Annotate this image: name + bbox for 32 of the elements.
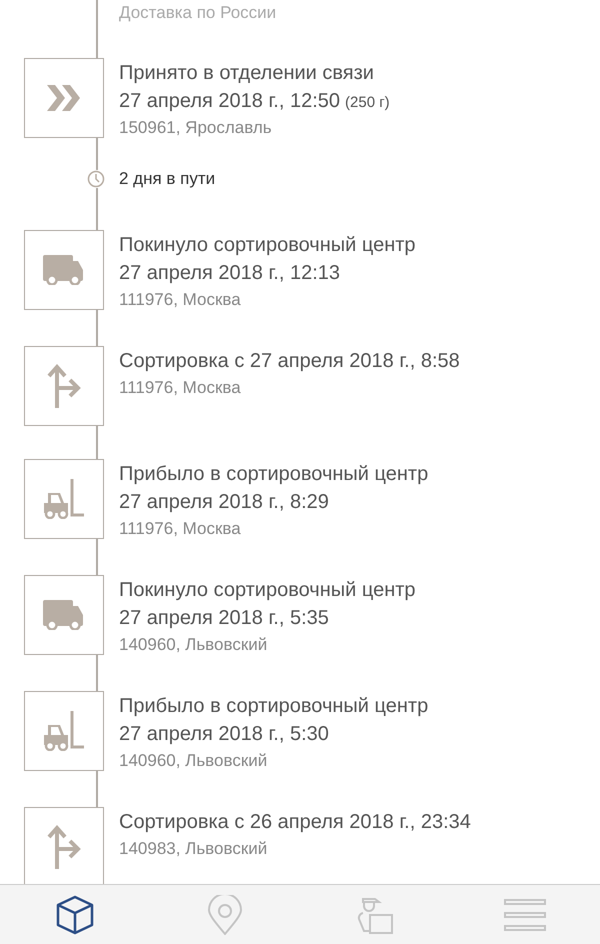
- cube-icon: [55, 894, 95, 934]
- menu-icon: [504, 898, 546, 932]
- double-chevron-icon: [47, 85, 81, 111]
- event-location: 150961, Ярославль: [119, 117, 273, 139]
- event-title: Принято в отделении связи: [119, 61, 375, 86]
- forklift-icon: [44, 479, 84, 519]
- map-pin-icon: [207, 894, 243, 934]
- event-date: 27 апреля 2018 г., 12:50: [119, 89, 340, 114]
- truck-icon: [43, 600, 85, 630]
- event-date: 27 апреля 2018 г., 12:13: [119, 261, 340, 286]
- event-location: 111976, Москва: [119, 518, 242, 540]
- event-location: 140960, Львовский: [119, 750, 268, 772]
- event-location: 140960, Львовский: [119, 634, 268, 656]
- forklift-icon: [44, 711, 84, 751]
- event-title: Прибыло в сортировочный центр: [119, 462, 428, 487]
- event-title: Прибыло в сортировочный центр: [119, 694, 428, 719]
- transit-time: 2 дня в пути: [119, 168, 216, 190]
- split-arrow-icon: [47, 364, 81, 408]
- event-title: Сортировка с 26 апреля 2018 г., 23:34: [119, 810, 471, 835]
- event-location: 111976, Москва: [119, 289, 242, 311]
- split-arrow-icon: [47, 825, 81, 869]
- event-title: Покинуло сортировочный центр: [119, 578, 416, 603]
- event-location: 111976, Москва: [119, 377, 242, 399]
- event-date: 27 апреля 2018 г., 5:35: [119, 606, 329, 631]
- delivery-subtitle: Доставка по России: [119, 2, 276, 24]
- event-date: 27 апреля 2018 г., 5:30: [119, 722, 329, 747]
- event-title: Покинуло сортировочный центр: [119, 233, 416, 258]
- event-location: 140983, Львовский: [119, 838, 268, 860]
- truck-icon: [43, 255, 85, 285]
- event-title: Сортировка с 27 апреля 2018 г., 8:58: [119, 349, 460, 374]
- parcel-weight: (250 г): [345, 93, 390, 113]
- event-date: 27 апреля 2018 г., 8:29: [119, 490, 329, 515]
